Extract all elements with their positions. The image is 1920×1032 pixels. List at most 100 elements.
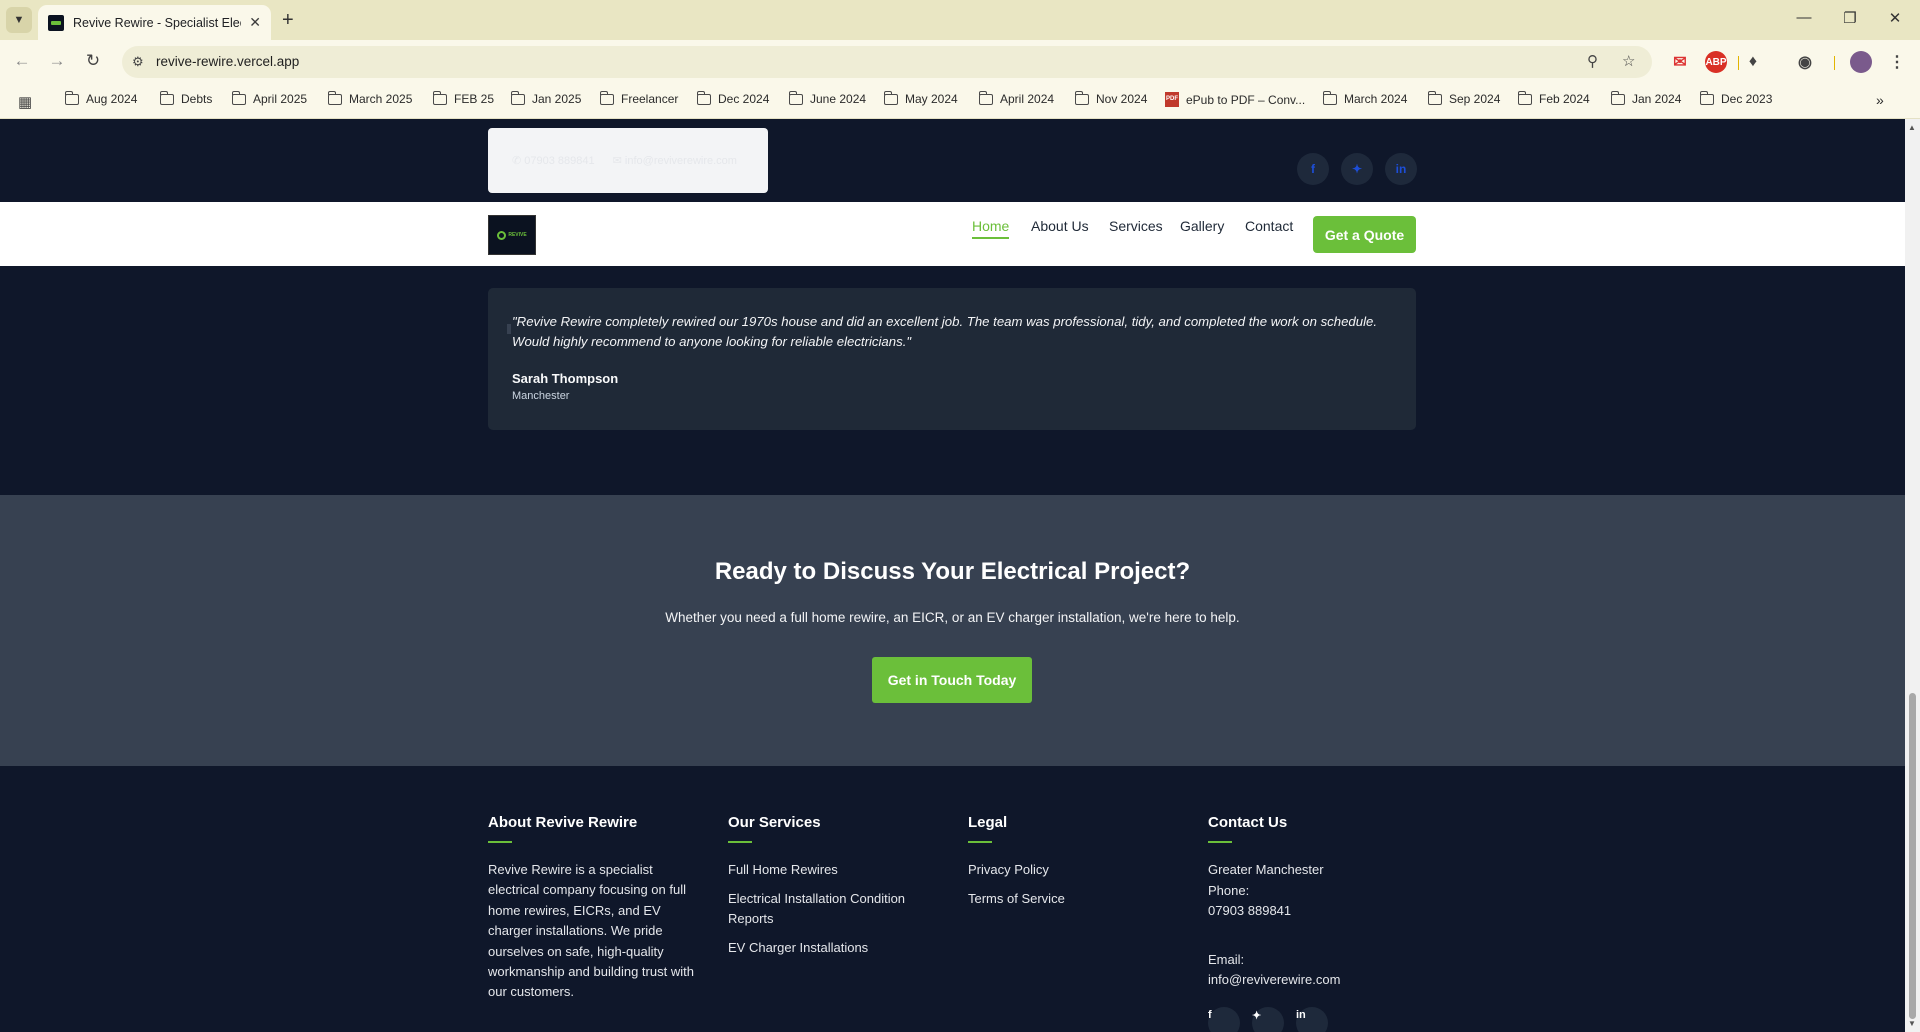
footer-phone[interactable]: 07903 889841 bbox=[1208, 901, 1423, 922]
toolbar-divider bbox=[1738, 56, 1739, 70]
folder-icon bbox=[696, 90, 711, 105]
back-icon[interactable]: ← bbox=[11, 51, 33, 71]
folder-icon bbox=[1610, 90, 1625, 105]
footer-link-full-home-rewires[interactable]: Full Home Rewires bbox=[728, 860, 943, 880]
bookmark-folder[interactable]: March 2025 bbox=[327, 90, 412, 106]
folder-icon bbox=[1699, 90, 1714, 105]
footer-link-terms-of-service[interactable]: Terms of Service bbox=[968, 889, 1183, 909]
bookmark-label: Jan 2024 bbox=[1632, 92, 1682, 106]
bookmark-folder[interactable]: June 2024 bbox=[788, 90, 867, 106]
minimize-icon[interactable]: — bbox=[1794, 9, 1814, 26]
bookmark-epub-to-pdf[interactable]: PDF ePub to PDF – Conv... bbox=[1165, 92, 1305, 107]
footer-contact-area: Greater Manchester bbox=[1208, 862, 1324, 877]
linkedin-icon[interactable]: in bbox=[1385, 153, 1417, 185]
profile-avatar[interactable] bbox=[1850, 51, 1872, 73]
bookmark-folder[interactable]: March 2024 bbox=[1322, 90, 1407, 106]
folder-icon bbox=[1074, 90, 1089, 105]
screen-capture-icon[interactable]: ◉ bbox=[1794, 51, 1816, 73]
get-in-touch-button[interactable]: Get in Touch Today bbox=[872, 657, 1032, 703]
forward-icon[interactable]: → bbox=[46, 51, 68, 71]
footer-twitter-icon[interactable]: ✦ bbox=[1252, 1006, 1284, 1032]
topbar-email[interactable]: ✉ info@reviverewire.com bbox=[613, 154, 737, 167]
url-text[interactable]: revive-rewire.vercel.app bbox=[156, 54, 299, 69]
logo-mark-icon bbox=[497, 230, 507, 240]
bookmark-label: Dec 2024 bbox=[718, 92, 770, 106]
bookmark-label: June 2024 bbox=[810, 92, 867, 106]
more-bookmarks-icon[interactable]: » bbox=[1876, 92, 1884, 108]
new-tab-icon[interactable]: + bbox=[282, 8, 294, 32]
restore-icon[interactable]: ❐ bbox=[1840, 9, 1860, 27]
folder-icon bbox=[231, 90, 246, 105]
pdf-icon: PDF bbox=[1165, 92, 1179, 107]
bookmark-folder[interactable]: Jan 2024 bbox=[1610, 90, 1682, 106]
browser-tab-strip: ▼ Revive Rewire - Specialist Electri ✕ +… bbox=[0, 0, 1920, 40]
bookmark-folder[interactable]: April 2025 bbox=[231, 90, 308, 106]
footer-services-heading: Our Services bbox=[728, 814, 821, 831]
footer-facebook-icon[interactable]: f bbox=[1208, 1006, 1240, 1032]
bookmark-folder[interactable]: Aug 2024 bbox=[64, 90, 137, 106]
footer-link-eicr[interactable]: Electrical Installation Condition Report… bbox=[728, 889, 918, 929]
nav-home[interactable]: Home bbox=[972, 218, 1010, 239]
nav-services[interactable]: Services bbox=[1109, 218, 1163, 234]
bookmark-folder[interactable]: Dec 2024 bbox=[696, 90, 770, 106]
bookmark-folder[interactable]: Feb 2024 bbox=[1517, 90, 1590, 106]
adblock-extension-icon[interactable]: ABP bbox=[1705, 51, 1727, 73]
bookmark-label: Nov 2024 bbox=[1096, 92, 1148, 106]
bookmark-folder[interactable]: Nov 2024 bbox=[1074, 90, 1148, 106]
facebook-icon[interactable]: f bbox=[1297, 153, 1329, 185]
bookmark-folder[interactable]: May 2024 bbox=[883, 90, 958, 106]
page-scrollbar[interactable]: ▲ ▼ bbox=[1905, 119, 1920, 1032]
bookmark-label: May 2024 bbox=[905, 92, 958, 106]
folder-icon bbox=[978, 90, 993, 105]
topbar-phone[interactable]: ✆ 07903 889841 bbox=[512, 154, 595, 167]
bookmark-folder[interactable]: Sep 2024 bbox=[1427, 90, 1500, 106]
testimonial-quote: "Revive Rewire completely rewired our 19… bbox=[512, 314, 1378, 349]
folder-icon bbox=[1322, 90, 1337, 105]
tab-close-icon[interactable]: ✕ bbox=[249, 14, 261, 31]
bookmark-label: April 2024 bbox=[1000, 92, 1055, 106]
window-close-icon[interactable]: ✕ bbox=[1885, 9, 1905, 27]
bookmark-star-icon[interactable]: ☆ bbox=[1622, 52, 1635, 70]
testimonial-card: "Revive Rewire completely rewired our 19… bbox=[488, 288, 1416, 430]
site-info-icon[interactable]: ⚙ bbox=[132, 54, 144, 70]
scroll-up-icon[interactable]: ▲ bbox=[1908, 123, 1916, 132]
bookmark-folder[interactable]: Debts bbox=[159, 90, 213, 106]
address-bar[interactable]: ⚙ revive-rewire.vercel.app ⚲ ☆ bbox=[122, 46, 1652, 78]
nav-about-us[interactable]: About Us bbox=[1031, 218, 1089, 234]
bookmark-folder[interactable]: FEB 25 bbox=[432, 90, 494, 106]
footer-email-label: Email: bbox=[1208, 951, 1245, 967]
folder-icon bbox=[788, 90, 803, 105]
twitter-icon[interactable]: ✦ bbox=[1341, 153, 1373, 185]
testimonial-author: Sarah Thompson bbox=[512, 371, 619, 386]
scroll-thumb[interactable] bbox=[1909, 693, 1916, 1019]
zoom-icon[interactable]: ⚲ bbox=[1587, 52, 1598, 70]
bookmark-folder[interactable]: Jan 2025 bbox=[510, 90, 581, 106]
tab-title: Revive Rewire - Specialist Electri bbox=[73, 15, 242, 30]
bookmark-folder[interactable]: Freelancer bbox=[599, 90, 678, 106]
bookmark-folder[interactable]: Dec 2023 bbox=[1699, 90, 1772, 106]
logo-wordmark-icon: REVIVE bbox=[508, 232, 527, 238]
heading-underline bbox=[488, 841, 512, 843]
bookmark-label: Debts bbox=[181, 92, 213, 106]
bookmark-folder[interactable]: April 2024 bbox=[978, 90, 1055, 106]
nav-gallery[interactable]: Gallery bbox=[1180, 218, 1224, 234]
reload-icon[interactable]: ↻ bbox=[82, 51, 104, 71]
cta-title: Ready to Discuss Your Electrical Project… bbox=[714, 558, 1191, 585]
apps-grid-icon[interactable]: ▦ bbox=[18, 93, 32, 111]
footer-linkedin-icon[interactable]: in bbox=[1296, 1006, 1328, 1032]
active-tab[interactable]: Revive Rewire - Specialist Electri ✕ bbox=[38, 5, 271, 40]
footer-link-privacy-policy[interactable]: Privacy Policy bbox=[968, 860, 1183, 880]
bookmark-label: April 2025 bbox=[253, 92, 308, 106]
extensions-icon[interactable]: ♦ bbox=[1742, 51, 1764, 73]
footer-phone-label: Phone: bbox=[1208, 882, 1250, 898]
get-a-quote-button[interactable]: Get a Quote bbox=[1313, 216, 1416, 253]
scroll-down-icon[interactable]: ▼ bbox=[1908, 1019, 1916, 1028]
announcement-extension-icon[interactable]: ✉ bbox=[1669, 51, 1691, 73]
site-logo[interactable]: REVIVE bbox=[488, 215, 536, 255]
tab-search-icon[interactable]: ▼ bbox=[6, 7, 32, 33]
browser-menu-icon[interactable]: ⋮ bbox=[1886, 51, 1908, 73]
bookmarks-bar: ▦ Aug 2024 Debts April 2025 March 2025 F… bbox=[0, 84, 1920, 119]
nav-contact[interactable]: Contact bbox=[1245, 218, 1293, 234]
footer-email[interactable]: info@reviverewire.com bbox=[1208, 970, 1423, 991]
footer-link-ev-charger[interactable]: EV Charger Installations bbox=[728, 938, 943, 958]
